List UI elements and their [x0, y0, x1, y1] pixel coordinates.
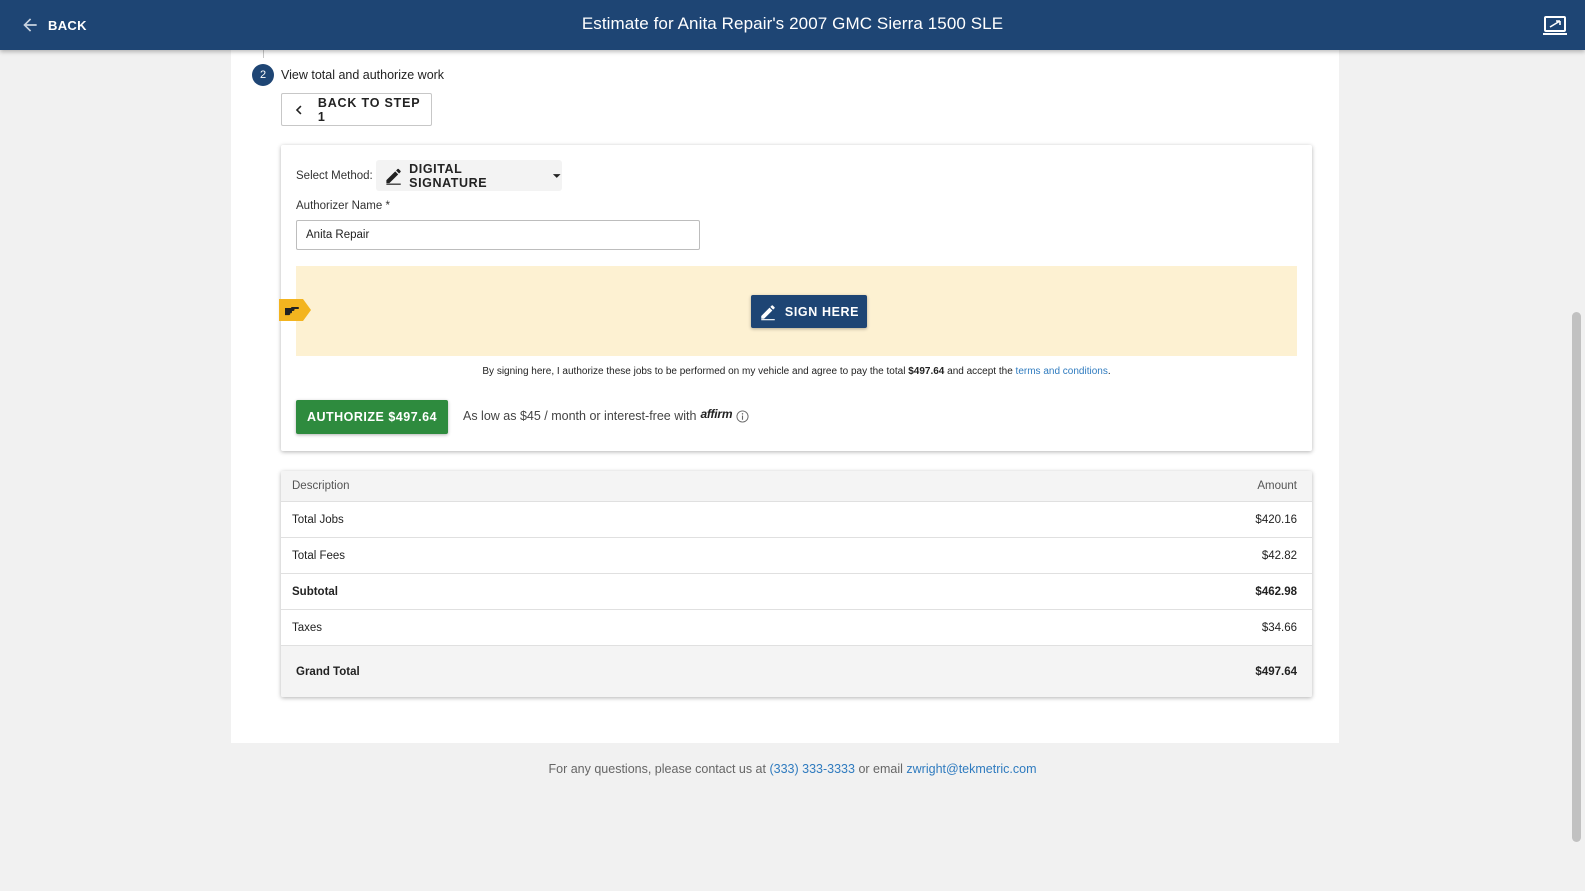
- description-column-header: Description: [292, 480, 350, 492]
- table-row: Total Fees $42.82: [281, 538, 1312, 574]
- row-description: Total Jobs: [292, 513, 344, 526]
- table-row: Taxes $34.66: [281, 610, 1312, 646]
- amount-column-header: Amount: [1257, 480, 1297, 492]
- table-row: Subtotal $462.98: [281, 574, 1312, 610]
- row-description: Taxes: [292, 621, 323, 634]
- consent-suffix: .: [1107, 366, 1111, 377]
- grand-total-row: Grand Total $497.64: [281, 646, 1312, 697]
- table-row: Total Jobs $420.16: [281, 502, 1312, 538]
- method-select-value: DIGITAL SIGNATURE: [409, 161, 488, 190]
- footer-text: For any questions, please contact us at: [548, 762, 767, 776]
- present-screen-icon[interactable]: [1543, 14, 1567, 36]
- estimate-panel: 2 View total and authorize work BACK TO …: [231, 50, 1339, 743]
- select-method-label: Select Method:: [296, 170, 373, 182]
- row-amount: $462.98: [1255, 585, 1297, 598]
- consent-amount: $497.64: [908, 366, 945, 377]
- totals-table: Description Amount Total Jobs $420.16 To…: [281, 471, 1312, 697]
- sign-here-button[interactable]: SIGN HERE: [751, 295, 867, 328]
- financing-offer: As low as $45 / month or interest-free w…: [463, 407, 749, 423]
- pen-icon: [761, 304, 775, 320]
- authorizer-name-input[interactable]: [296, 220, 700, 250]
- authorization-card: Select Method: DIGITAL SIGNATURE Authori…: [279, 145, 1312, 451]
- info-icon[interactable]: [736, 409, 749, 423]
- financing-text: As low as $45 / month or interest-free w…: [463, 409, 697, 423]
- terms-and-conditions-link[interactable]: terms and conditions: [1016, 366, 1108, 377]
- back-to-step-1-label: BACK TO STEP 1: [317, 95, 421, 124]
- back-to-step-1-button[interactable]: BACK TO STEP 1: [281, 93, 432, 126]
- authorize-button[interactable]: AUTHORIZE $497.64: [296, 400, 448, 434]
- row-description: Total Fees: [292, 549, 346, 562]
- footer-middle-text: or email: [858, 762, 903, 776]
- sign-here-label: SIGN HERE: [784, 304, 860, 319]
- authorizer-name-label: Authorizer Name *: [296, 200, 390, 212]
- row-amount: $42.82: [1261, 549, 1297, 562]
- consent-prefix: By signing here, I authorize these jobs …: [482, 366, 906, 377]
- page-title: Estimate for Anita Repair's 2007 GMC Sie…: [581, 14, 1004, 33]
- method-select-dropdown[interactable]: DIGITAL SIGNATURE: [376, 160, 562, 191]
- row-amount: $34.66: [1261, 621, 1297, 634]
- affirm-logo: affirm: [700, 407, 733, 421]
- contact-footer: For any questions, please contact us at …: [0, 762, 1585, 776]
- step-label: View total and authorize work: [281, 68, 445, 82]
- step-connector-line: [263, 50, 264, 58]
- pen-icon: [386, 168, 401, 185]
- email-link[interactable]: zwright@tekmetric.com: [906, 762, 1036, 776]
- phone-link[interactable]: (333) 333-3333: [769, 762, 854, 776]
- table-header-row: Description Amount: [281, 471, 1312, 502]
- pointing-hand-icon: [279, 299, 311, 321]
- consent-text: By signing here, I authorize these jobs …: [281, 366, 1312, 377]
- top-app-bar: BACK Estimate for Anita Repair's 2007 GM…: [0, 0, 1585, 50]
- grand-total-amount: $497.64: [1255, 665, 1297, 678]
- consent-middle: and accept the: [947, 366, 1013, 377]
- row-amount: $420.16: [1255, 513, 1297, 526]
- row-description: Subtotal: [292, 585, 338, 598]
- grand-total-label: Grand Total: [296, 665, 360, 678]
- caret-down-icon: [552, 173, 561, 178]
- chevron-left-icon: [295, 104, 302, 115]
- signature-area[interactable]: SIGN HERE: [296, 266, 1297, 356]
- step-number-badge: 2: [252, 64, 274, 86]
